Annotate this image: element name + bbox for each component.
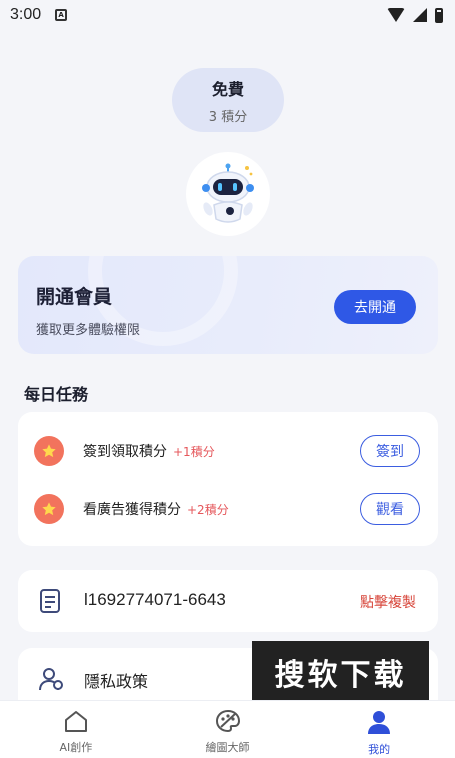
task-reward: +2積分 — [187, 503, 229, 517]
daily-tasks-title: 每日任務 — [24, 385, 89, 404]
document-icon — [38, 588, 62, 618]
task-label: 看廣告獲得積分 +2積分 — [83, 502, 229, 518]
privacy-icon — [38, 666, 64, 696]
vip-card: 開通會員 獲取更多體驗權限 去開通 — [18, 256, 438, 354]
task-reward: +1積分 — [173, 445, 215, 459]
wifi-icon — [387, 8, 405, 22]
tab-label: AI創作 — [59, 741, 93, 754]
daily-tasks-card: 簽到領取積分 +1積分 簽到 看廣告獲得積分 +2積分 觀看 — [18, 412, 438, 546]
battery-icon — [435, 7, 443, 23]
watch-ad-button[interactable]: 觀看 — [360, 493, 420, 525]
signal-icon — [413, 8, 427, 22]
status-bar: 3:00 A — [0, 0, 455, 30]
robot-avatar-icon — [202, 163, 254, 223]
star-icon — [34, 494, 64, 524]
notification-icon: A — [55, 9, 68, 21]
user-id-value: l1692774071-6643 — [84, 590, 226, 609]
plan-points: 3 積分 — [208, 109, 248, 125]
tab-label: 我的 — [368, 743, 391, 756]
user-id-card: l1692774071-6643 點擊複製 — [18, 570, 438, 632]
plan-name: 免費 — [211, 79, 244, 99]
home-icon — [64, 711, 87, 732]
vip-title: 開通會員 — [36, 286, 113, 308]
tab-label: 繪圖大師 — [205, 741, 250, 754]
status-time: 3:00 — [10, 6, 42, 23]
task-row-checkin: 簽到領取積分 +1積分 簽到 — [18, 431, 438, 471]
bottom-tab-bar: AI創作 繪圖大師 我的 — [0, 700, 455, 758]
checkin-button[interactable]: 簽到 — [360, 435, 420, 467]
watermark: 搜软下载 — [252, 641, 429, 702]
star-icon — [34, 436, 64, 466]
user-icon — [368, 711, 391, 734]
task-row-watch-ad: 看廣告獲得積分 +2積分 觀看 — [18, 489, 438, 529]
plan-badge[interactable]: 免費 3 積分 — [172, 68, 284, 132]
copy-id-link[interactable]: 點擊複製 — [360, 592, 416, 612]
tab-ai-create[interactable]: AI創作 — [0, 701, 152, 758]
tab-drawing-master[interactable]: 繪圖大師 — [152, 701, 304, 758]
status-icons — [387, 7, 443, 23]
task-label: 簽到領取積分 +1積分 — [83, 444, 215, 460]
open-vip-button[interactable]: 去開通 — [334, 290, 416, 324]
tab-mine[interactable]: 我的 — [303, 701, 455, 758]
privacy-label: 隱私政策 — [84, 672, 149, 691]
avatar[interactable] — [186, 152, 270, 236]
vip-subtitle: 獲取更多體驗權限 — [36, 323, 141, 338]
palette-icon — [215, 709, 240, 733]
